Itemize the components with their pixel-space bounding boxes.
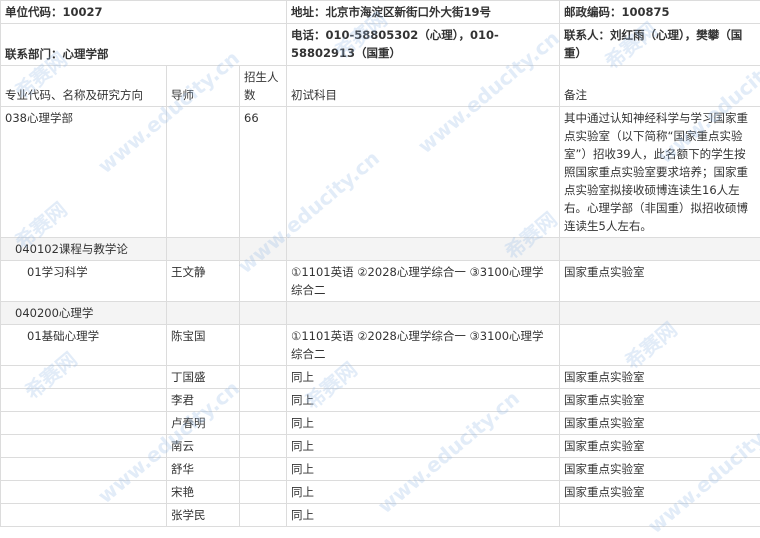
major1-subjects: ①1101英语 ②2028心理学综合一 ③3100心理学综合二 [287, 261, 560, 302]
remarks: 国家重点实验室 [560, 412, 760, 435]
department-enrollment: 66 [240, 107, 287, 238]
remarks: 国家重点实验室 [560, 366, 760, 389]
department-row: 038心理学部 66 其中通过认知神经科学与学习国家重点实验室（以下简称“国家重… [1, 107, 760, 238]
table-row: 宋艳 同上 国家重点实验室 [1, 481, 760, 504]
advisor: 陈宝国 [167, 325, 240, 366]
subjects: 同上 [287, 481, 560, 504]
unit-code: 单位代码：10027 [1, 1, 287, 24]
advisor: 宋艳 [167, 481, 240, 504]
col-major: 专业代码、名称及研究方向 [1, 66, 167, 107]
advisor: 南云 [167, 435, 240, 458]
table-row: 张学民 同上 [1, 504, 760, 527]
admissions-table: 单位代码：10027 地址：北京市海淀区新街口外大街19号 邮政编码：10087… [0, 0, 760, 527]
department-remarks: 其中通过认知神经科学与学习国家重点实验室（以下简称“国家重点实验室”）招收39人… [560, 107, 760, 238]
subjects: 同上 [287, 458, 560, 481]
remarks: 国家重点实验室 [560, 435, 760, 458]
table-row: 卢春明 同上 国家重点实验室 [1, 412, 760, 435]
col-remarks: 备注 [560, 66, 760, 107]
major2-direction: 01基础心理学 [1, 325, 167, 366]
phone: 电话：010-58805302（心理），010-58802913（国重） [287, 24, 560, 66]
major2-row: 040200心理学 [1, 302, 760, 325]
subjects: 同上 [287, 435, 560, 458]
table-row: 李君 同上 国家重点实验室 [1, 389, 760, 412]
contact: 联系人：刘红雨（心理），樊攀（国重） [560, 24, 760, 66]
major1-remarks: 国家重点实验室 [560, 261, 760, 302]
col-subjects: 初试科目 [287, 66, 560, 107]
major1-advisor: 王文静 [167, 261, 240, 302]
remarks: 国家重点实验室 [560, 389, 760, 412]
advisor: 舒华 [167, 458, 240, 481]
table-row: 丁国盛 同上 国家重点实验室 [1, 366, 760, 389]
major1-row: 040102课程与教学论 [1, 238, 760, 261]
department-subjects [287, 107, 560, 238]
remarks: 国家重点实验室 [560, 481, 760, 504]
address: 地址：北京市海淀区新街口外大街19号 [287, 1, 560, 24]
major1-name: 040102课程与教学论 [1, 238, 167, 261]
subjects: ①1101英语 ②2028心理学综合一 ③3100心理学综合二 [287, 325, 560, 366]
subjects: 同上 [287, 412, 560, 435]
col-advisor: 导师 [167, 66, 240, 107]
remarks: 国家重点实验室 [560, 458, 760, 481]
advisor: 李君 [167, 389, 240, 412]
department-advisor [167, 107, 240, 238]
department: 联系部门：心理学部 [1, 24, 287, 66]
major1-direction-row: 01学习科学 王文静 ①1101英语 ②2028心理学综合一 ③3100心理学综… [1, 261, 760, 302]
advisor: 卢春明 [167, 412, 240, 435]
major2-name: 040200心理学 [1, 302, 167, 325]
table-row: 舒华 同上 国家重点实验室 [1, 458, 760, 481]
table-row: 01基础心理学 陈宝国 ①1101英语 ②2028心理学综合一 ③3100心理学… [1, 325, 760, 366]
subjects: 同上 [287, 389, 560, 412]
header-row-1: 单位代码：10027 地址：北京市海淀区新街口外大街19号 邮政编码：10087… [1, 1, 760, 24]
remarks [560, 325, 760, 366]
advisor: 张学民 [167, 504, 240, 527]
table-row: 南云 同上 国家重点实验室 [1, 435, 760, 458]
subjects: 同上 [287, 366, 560, 389]
header-row-2: 联系部门：心理学部 电话：010-58805302（心理），010-588029… [1, 24, 760, 66]
subjects: 同上 [287, 504, 560, 527]
col-enrollment: 招生人数 [240, 66, 287, 107]
column-header-row: 专业代码、名称及研究方向 导师 招生人数 初试科目 备注 [1, 66, 760, 107]
postal-code: 邮政编码：100875 [560, 1, 760, 24]
major1-direction: 01学习科学 [1, 261, 167, 302]
department-name: 038心理学部 [1, 107, 167, 238]
remarks [560, 504, 760, 527]
advisor: 丁国盛 [167, 366, 240, 389]
